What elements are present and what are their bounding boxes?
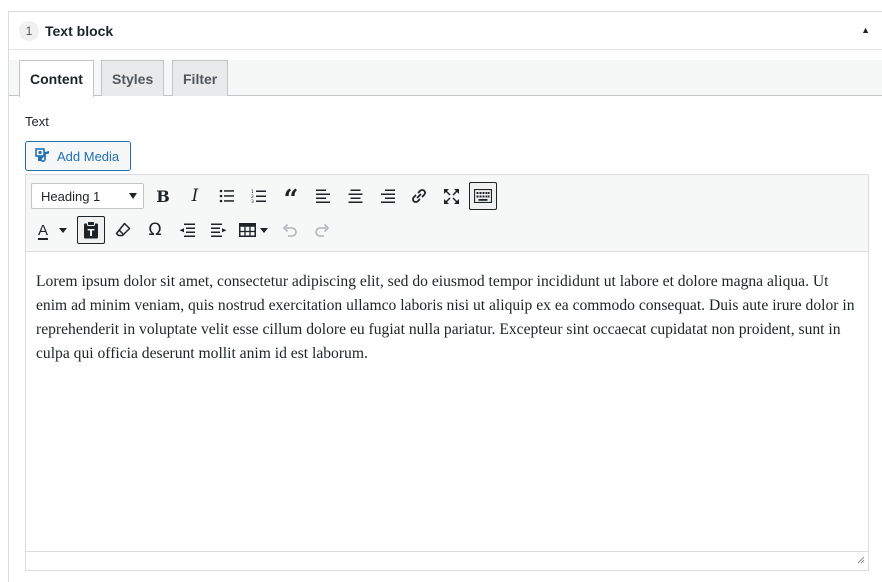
format-select[interactable]: Heading 1 [31, 183, 144, 209]
editor-content[interactable]: Lorem ipsum dolor sit amet, consectetur … [36, 270, 862, 366]
redo-icon [315, 223, 330, 237]
chevron-down-icon [260, 227, 268, 233]
blockquote-icon: “ [283, 185, 299, 215]
align-left-button[interactable] [309, 182, 337, 210]
clear-formatting-icon [115, 222, 131, 237]
outdent-icon [179, 223, 195, 237]
bullet-list-button[interactable] [213, 182, 241, 210]
tab-styles[interactable]: Styles [101, 60, 165, 96]
toolbar-toggle-icon [474, 189, 492, 203]
special-character-icon: Ω [148, 220, 162, 240]
panel-number-badge: 1 [19, 20, 39, 41]
fullscreen-button[interactable] [437, 182, 465, 210]
italic-icon: I [191, 186, 199, 206]
outdent-button[interactable] [173, 216, 201, 244]
italic-button[interactable]: I [181, 182, 209, 210]
chevron-down-icon[interactable] [59, 227, 67, 233]
add-media-button[interactable]: Add Media [25, 141, 131, 171]
align-right-icon [380, 189, 395, 203]
numbered-list-icon: 123 [251, 189, 266, 204]
numbered-list-button[interactable]: 123 [245, 182, 273, 210]
panel-title: Text block [45, 22, 114, 39]
text-field-label: Text [25, 114, 49, 129]
chevron-down-icon [129, 193, 137, 199]
indent-button[interactable] [205, 216, 233, 244]
text-color-letter: A [37, 221, 48, 239]
tab-bar: Content Styles Filter [9, 60, 882, 97]
redo-button[interactable] [308, 216, 336, 244]
collapse-toggle-icon[interactable]: ▲ [861, 25, 870, 35]
table-icon [239, 223, 256, 237]
undo-icon [282, 223, 297, 237]
rich-text-editor: Heading 1 B I 123 “ A T Ω Lorem ipsum do… [25, 174, 869, 571]
align-center-icon [348, 189, 362, 203]
media-icon [35, 147, 57, 166]
toolbar-row-1: Heading 1 B I 123 “ [31, 182, 501, 215]
toolbar-toggle-button[interactable] [469, 182, 497, 210]
tab-filter[interactable]: Filter [172, 60, 229, 96]
bold-icon: B [156, 186, 170, 206]
bullet-list-icon [219, 189, 234, 203]
table-button[interactable] [239, 223, 268, 237]
format-select-value: Heading 1 [41, 188, 101, 204]
align-right-button[interactable] [373, 182, 401, 210]
svg-text:3: 3 [251, 199, 254, 204]
align-left-icon [315, 189, 330, 203]
text-color-button[interactable]: A [31, 222, 67, 239]
fullscreen-icon [443, 188, 459, 204]
resize-handle-icon[interactable] [856, 552, 865, 567]
paste-as-text-button[interactable]: T [77, 216, 105, 244]
undo-button[interactable] [276, 216, 304, 244]
toolbar-row-2: A T Ω [31, 216, 340, 244]
paste-as-text-icon: T [84, 221, 98, 239]
text-block-panel: 1 Text block ▲ Content Styles Filter Tex… [8, 11, 882, 582]
tab-content[interactable]: Content [19, 60, 94, 97]
text-color-icon: A [31, 222, 55, 239]
editor-toolbar: Heading 1 B I 123 “ A T Ω [26, 175, 868, 252]
editor-statusbar [26, 551, 868, 570]
special-character-button[interactable]: Ω [141, 216, 169, 244]
add-media-label: Add Media [57, 148, 120, 164]
align-center-button[interactable] [341, 182, 369, 210]
link-icon [412, 189, 426, 203]
panel-header[interactable]: 1 Text block [9, 12, 882, 50]
bold-button[interactable]: B [149, 182, 177, 210]
svg-text:T: T [88, 228, 95, 239]
blockquote-button[interactable]: “ [277, 182, 305, 215]
clear-formatting-button[interactable] [109, 216, 137, 244]
indent-icon [211, 223, 227, 237]
link-button[interactable] [405, 182, 433, 210]
